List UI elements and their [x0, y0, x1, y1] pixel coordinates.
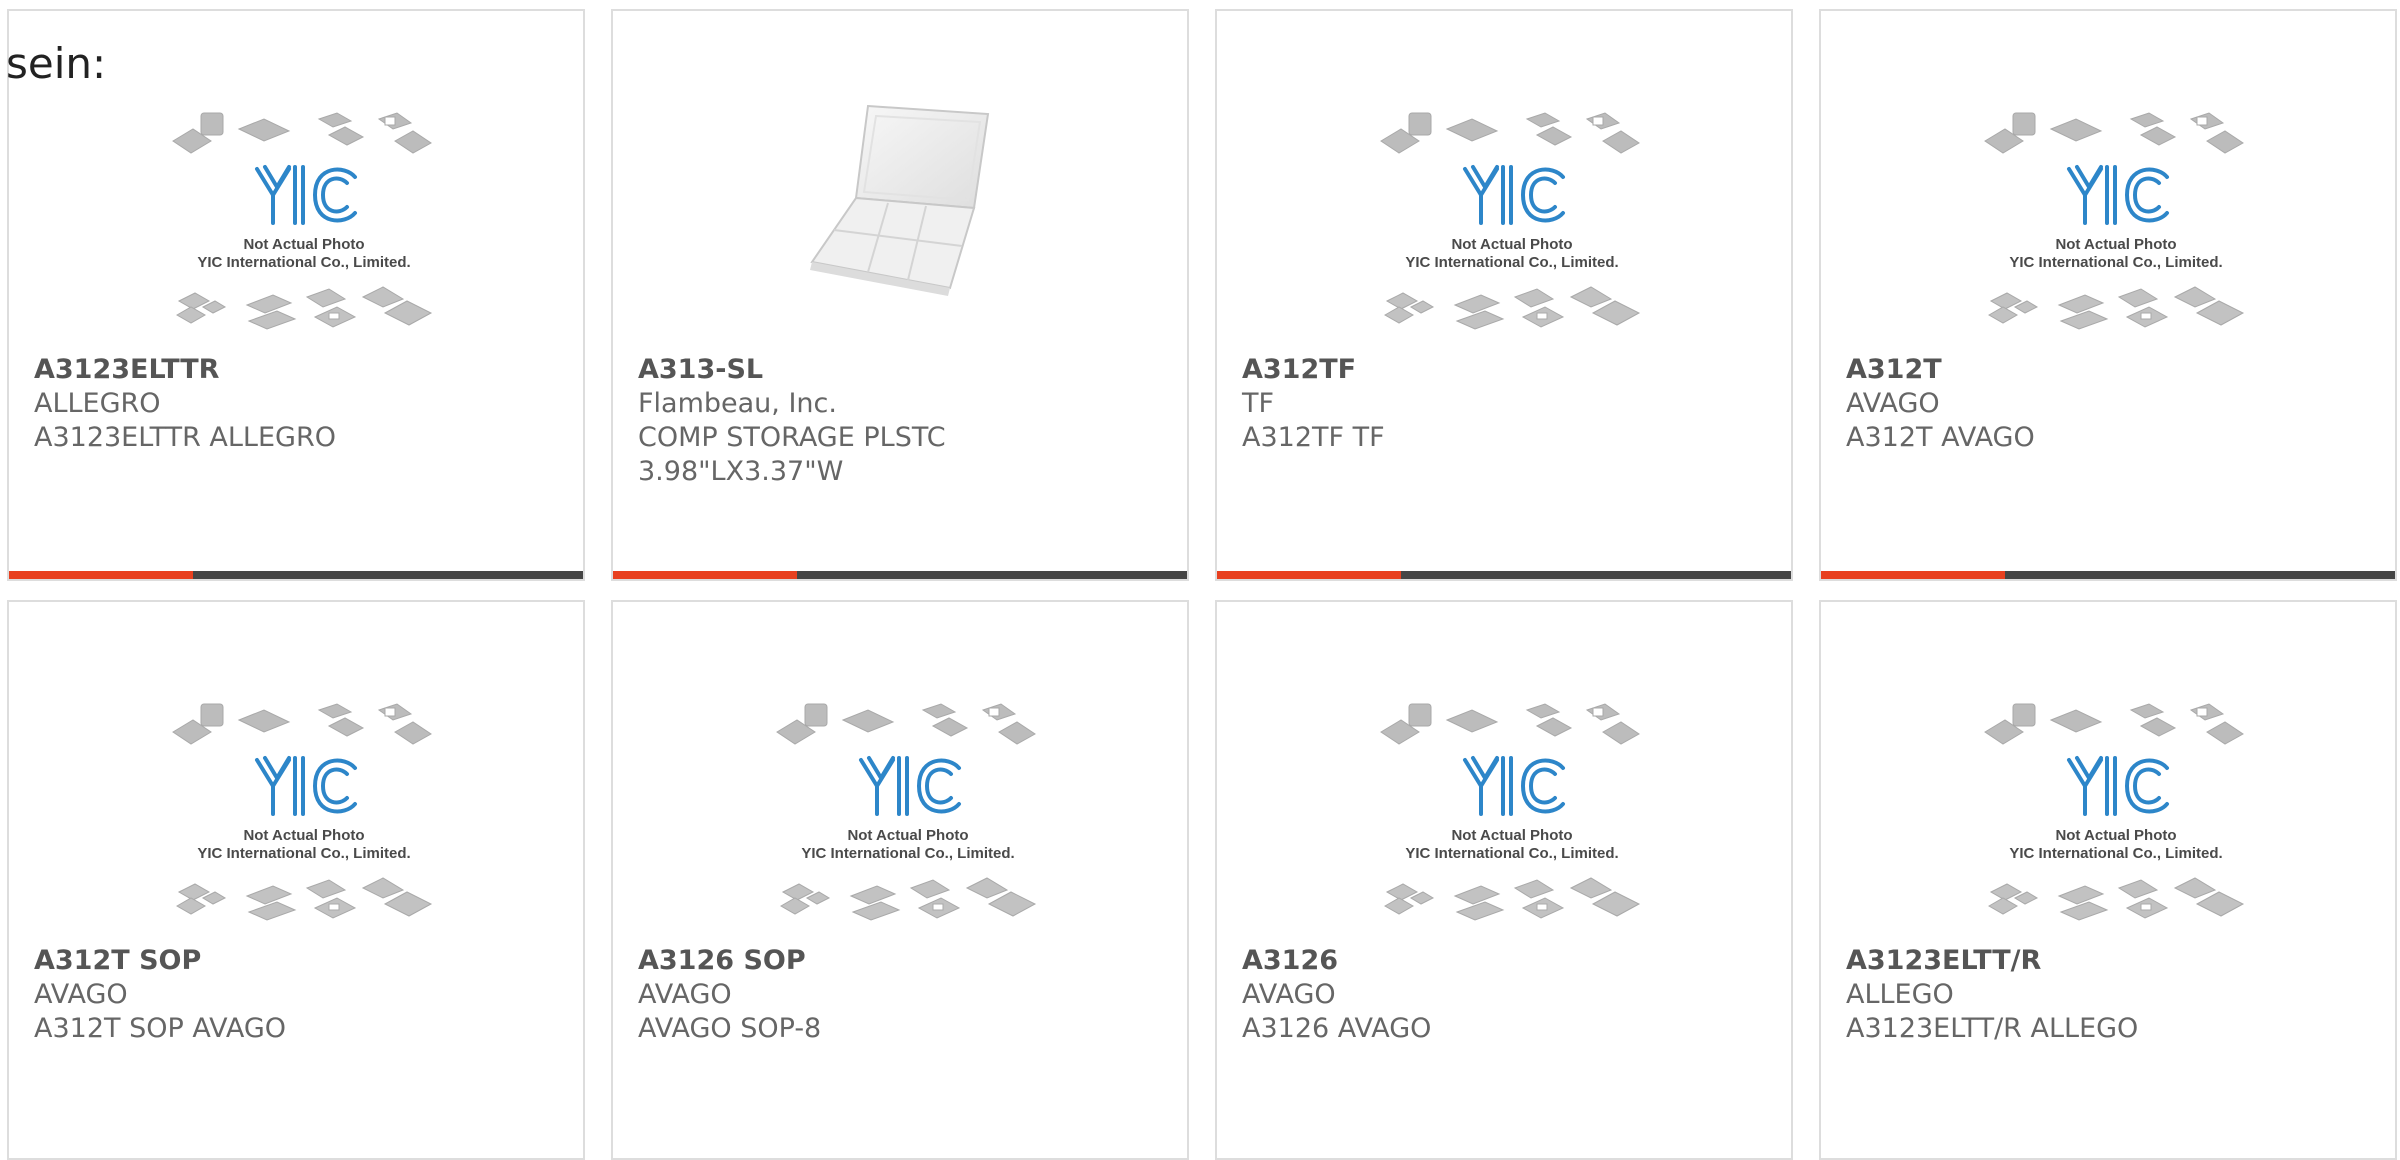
- caption-line-1: Not Actual Photo: [243, 827, 364, 844]
- caption-line-2: YIC International Co., Limited.: [2009, 845, 2222, 862]
- product-description: A3126 AVAGO: [1242, 1013, 1432, 1044]
- product-card[interactable]: Not Actual Photo YIC International Co., …: [7, 600, 585, 1160]
- product-card[interactable]: Not Actual Photo YIC International Co., …: [1215, 600, 1793, 1160]
- card-text: A3126 AVAGO A3126 AVAGO: [1242, 944, 1762, 1046]
- card-text: A3123ELTT/R ALLEGO A3123ELTT/R ALLEGO: [1846, 944, 2366, 1046]
- product-card[interactable]: Not Actual Photo YIC International Co., …: [1819, 9, 2397, 581]
- caption-line-1: Not Actual Photo: [2055, 236, 2176, 253]
- product-card[interactable]: Not Actual Photo YIC International Co., …: [1819, 600, 2397, 1160]
- caption-line-2: YIC International Co., Limited.: [801, 845, 1014, 862]
- product-manufacturer: AVAGO: [1846, 388, 1940, 419]
- card-text: A3123ELTTR ALLEGRO A3123ELTTR ALLEGRO: [34, 353, 554, 455]
- caption-line-1: Not Actual Photo: [2055, 827, 2176, 844]
- product-manufacturer: TF: [1242, 388, 1275, 419]
- card-progress-bar: [9, 571, 583, 579]
- product-manufacturer: AVAGO: [1242, 979, 1336, 1010]
- product-description: A3123ELTTR ALLEGRO: [34, 422, 336, 453]
- card-progress-fill: [1217, 571, 1401, 579]
- not-actual-photo-image: Not Actual Photo YIC International Co., …: [1380, 703, 1641, 921]
- product-description: A3123ELTT/R ALLEGO: [1846, 1013, 2139, 1044]
- product-title[interactable]: A312T SOP: [34, 944, 554, 978]
- product-title[interactable]: A313-SL: [638, 353, 1158, 387]
- card-progress-fill: [9, 571, 193, 579]
- card-progress-fill: [1821, 571, 2005, 579]
- product-title[interactable]: A3126 SOP: [638, 944, 1158, 978]
- product-title[interactable]: A3123ELTTR: [34, 353, 554, 387]
- product-manufacturer: AVAGO: [638, 979, 732, 1010]
- card-progress-fill: [613, 571, 797, 579]
- product-manufacturer: ALLEGRO: [34, 388, 161, 419]
- product-description: A312TF TF: [1242, 422, 1385, 453]
- product-card[interactable]: Not Actual Photo YIC International Co., …: [611, 600, 1189, 1160]
- card-text: A313-SL Flambeau, Inc. COMP STORAGE PLST…: [638, 353, 1158, 489]
- product-description: A312T SOP AVAGO: [34, 1013, 286, 1044]
- caption-line-1: Not Actual Photo: [243, 236, 364, 253]
- product-title[interactable]: A3123ELTT/R: [1846, 944, 2366, 978]
- not-actual-photo-image: Not Actual Photo YIC International Co., …: [172, 112, 433, 330]
- caption-line-2: YIC International Co., Limited.: [2009, 254, 2222, 271]
- not-actual-photo-image: Not Actual Photo YIC International Co., …: [1380, 112, 1641, 330]
- product-manufacturer: ALLEGO: [1846, 979, 1954, 1010]
- storage-box-image: [810, 104, 990, 296]
- card-text: A312T SOP AVAGO A312T SOP AVAGO: [34, 944, 554, 1046]
- not-actual-photo-image: Not Actual Photo YIC International Co., …: [172, 703, 433, 921]
- caption-line-1: Not Actual Photo: [1451, 827, 1572, 844]
- product-manufacturer: Flambeau, Inc.: [638, 388, 837, 419]
- product-card[interactable]: Not Actual Photo YIC International Co., …: [7, 9, 585, 581]
- not-actual-photo-image: Not Actual Photo YIC International Co., …: [1984, 112, 2245, 330]
- not-actual-photo-image: Not Actual Photo YIC International Co., …: [776, 703, 1037, 921]
- caption-line-2: YIC International Co., Limited.: [1405, 845, 1618, 862]
- card-progress-bar: [1821, 571, 2395, 579]
- product-title[interactable]: A3126: [1242, 944, 1762, 978]
- intro-text: sein:: [6, 39, 107, 88]
- product-title[interactable]: A312TF: [1242, 353, 1762, 387]
- caption-line-2: YIC International Co., Limited.: [197, 254, 410, 271]
- product-description: COMP STORAGE PLSTC 3.98"LX3.37"W: [638, 422, 946, 487]
- product-card[interactable]: A313-SL Flambeau, Inc. COMP STORAGE PLST…: [611, 9, 1189, 581]
- card-text: A3126 SOP AVAGO AVAGO SOP-8: [638, 944, 1158, 1046]
- caption-line-2: YIC International Co., Limited.: [197, 845, 410, 862]
- not-actual-photo-image: Not Actual Photo YIC International Co., …: [1984, 703, 2245, 921]
- card-progress-bar: [1217, 571, 1791, 579]
- caption-line-1: Not Actual Photo: [1451, 236, 1572, 253]
- card-progress-bar: [613, 571, 1187, 579]
- caption-line-2: YIC International Co., Limited.: [1405, 254, 1618, 271]
- product-card[interactable]: Not Actual Photo YIC International Co., …: [1215, 9, 1793, 581]
- product-description: AVAGO SOP-8: [638, 1013, 822, 1044]
- caption-line-1: Not Actual Photo: [847, 827, 968, 844]
- card-text: A312TF TF A312TF TF: [1242, 353, 1762, 455]
- product-description: A312T AVAGO: [1846, 422, 2035, 453]
- product-title[interactable]: A312T: [1846, 353, 2366, 387]
- product-manufacturer: AVAGO: [34, 979, 128, 1010]
- card-text: A312T AVAGO A312T AVAGO: [1846, 353, 2366, 455]
